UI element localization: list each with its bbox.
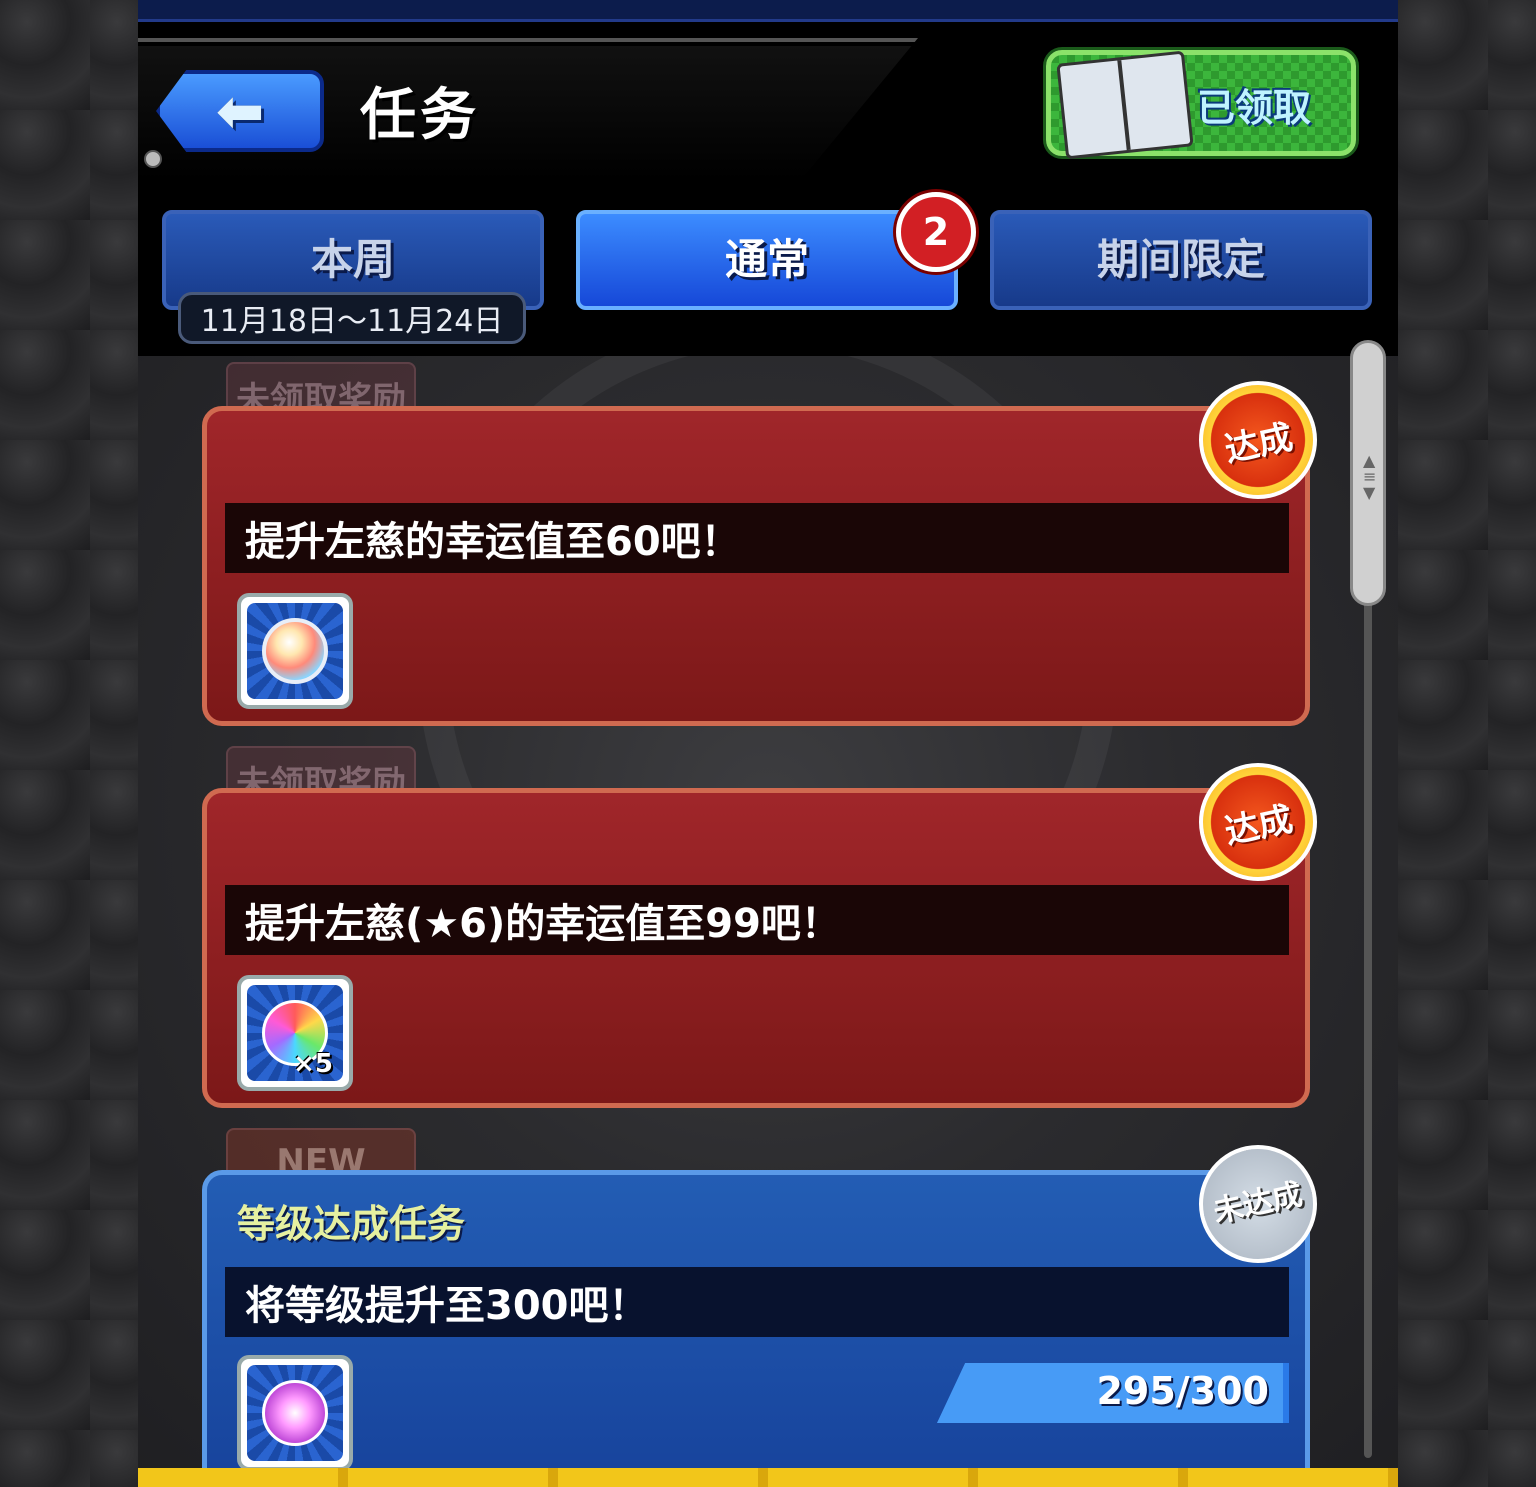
incomplete-stamp: 未达成 <box>1188 1134 1328 1274</box>
bottom-nav-bar <box>138 1468 1398 1487</box>
luck-orb-icon <box>262 618 328 684</box>
tab-normal-label: 通常 <box>724 234 809 284</box>
left-stone-border <box>0 0 138 1487</box>
collected-label: 已领取 <box>1197 86 1312 130</box>
mission-text: 提升左慈的幸运值至60吧！ <box>225 503 1289 573</box>
mission-text: 将等级提升至300吧！ <box>225 1267 1289 1337</box>
book-icon <box>1056 50 1194 160</box>
mission-category: 等级达成任务 <box>237 1202 466 1246</box>
reward-slot[interactable]: ×5 <box>237 975 353 1091</box>
reward-slot[interactable] <box>237 1355 353 1471</box>
reward-quantity: ×5 <box>293 1049 333 1079</box>
reward-slot[interactable] <box>237 593 353 709</box>
back-arrow-icon: ⬅ <box>215 77 265 145</box>
collected-book-button[interactable]: 已领取 <box>1046 50 1356 160</box>
game-frame: ⬅ 任务 已领取 本周 11月18日～11月24日 通常 2 期间限定 未领取奖… <box>138 0 1398 1487</box>
back-button[interactable]: ⬅ <box>156 70 324 152</box>
completed-stamp: 达成 <box>1188 752 1328 892</box>
page-title: 任务 <box>360 83 480 148</box>
mission-card[interactable]: 提升左慈(★6)的幸运值至99吧！ ×5 达成 <box>202 752 1328 1108</box>
weekly-date-range: 11月18日～11月24日 <box>178 292 526 344</box>
scroll-grip-icon: ▲ ≡ ▼ <box>1363 451 1377 502</box>
tab-limited-label: 期间限定 <box>1096 234 1265 284</box>
progress-bar: 295/300 <box>937 1363 1289 1423</box>
mission-card[interactable]: 等级达成任务 将等级提升至300吧！ 295/300 未达成 <box>202 1134 1328 1487</box>
mission-text: 提升左慈(★6)的幸运值至99吧！ <box>225 885 1289 955</box>
completed-stamp: 达成 <box>1188 370 1328 510</box>
scrollbar-thumb[interactable]: ▲ ≡ ▼ <box>1350 340 1386 606</box>
progress-text: 295/300 <box>1096 1369 1269 1413</box>
notification-badge: 2 <box>896 192 976 272</box>
screw-icon <box>144 150 162 168</box>
star-orb-icon <box>262 1380 328 1446</box>
tab-weekly-label: 本周 <box>310 234 395 284</box>
tab-limited[interactable]: 期间限定 <box>990 210 1372 310</box>
mission-list[interactable]: 未领取奖励 提升左慈的幸运值至60吧！ 达成 未领取奖励 提升左慈(★6)的幸运… <box>138 356 1398 1487</box>
top-strip <box>138 0 1398 22</box>
right-stone-border <box>1398 0 1536 1487</box>
mission-card[interactable]: 提升左慈的幸运值至60吧！ 达成 <box>202 370 1328 726</box>
